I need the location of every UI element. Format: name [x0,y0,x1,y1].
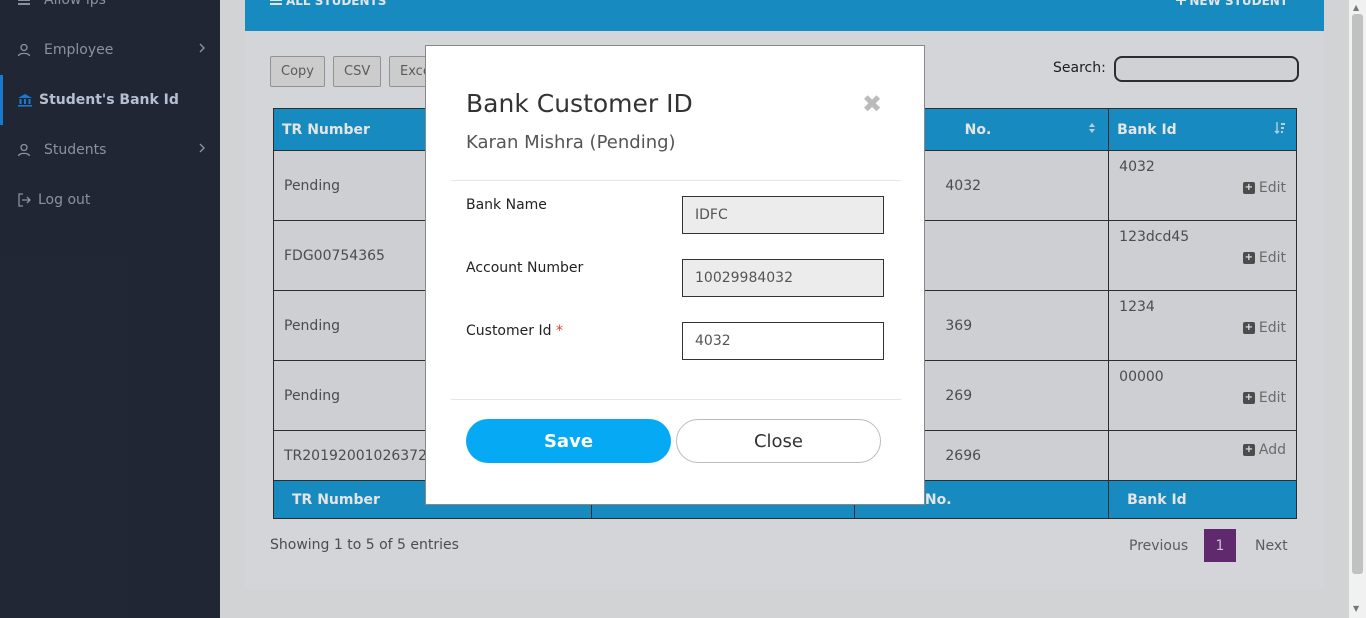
required-marker: * [555,323,563,339]
modal-divider [451,399,901,400]
modal-subtitle: Karan Mishra (Pending) [466,132,676,153]
account-number-label: Account Number [466,260,584,276]
save-button[interactable]: Save [466,419,671,463]
scroll-up-icon[interactable]: ▲ [1353,3,1359,12]
bank-customer-id-modal: Bank Customer ID ✖ Karan Mishra (Pending… [425,45,925,505]
close-button[interactable]: Close [676,419,881,463]
close-icon[interactable]: ✖ [862,90,882,118]
scroll-down-icon[interactable]: ▼ [1353,604,1359,613]
bank-name-label: Bank Name [466,197,547,213]
customer-id-field[interactable]: 4032 [682,322,884,360]
modal-divider [451,180,901,181]
bank-name-field[interactable]: IDFC [682,196,884,234]
modal-title: Bank Customer ID [466,89,693,118]
page-scrollbar[interactable]: ▲ ▼ [1349,0,1366,618]
account-number-field[interactable]: 10029984032 [682,259,884,297]
customer-id-label: Customer Id * [466,323,563,339]
scrollbar-thumb[interactable] [1352,14,1363,574]
